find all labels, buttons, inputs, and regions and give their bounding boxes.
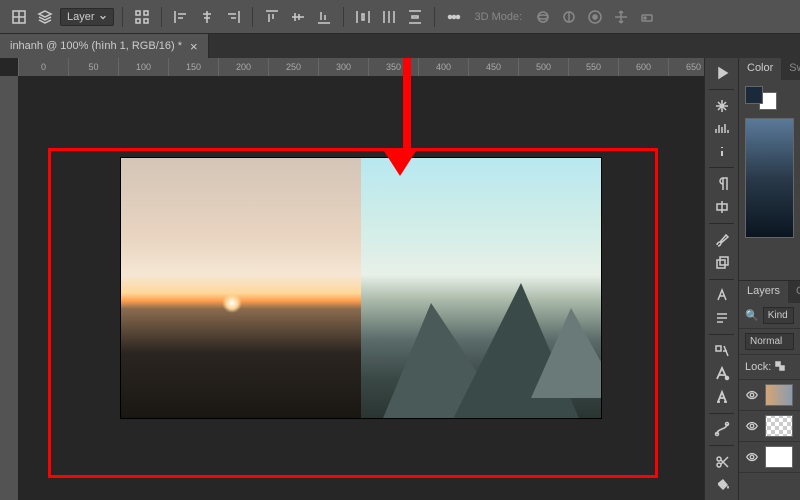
visibility-icon[interactable]: [745, 419, 759, 433]
layer-row[interactable]: [739, 442, 800, 473]
styles-icon[interactable]: [709, 309, 735, 327]
foreground-color-swatch[interactable]: [745, 86, 763, 104]
align-bottom-icon[interactable]: [313, 6, 335, 28]
search-icon[interactable]: 🔍: [745, 309, 759, 322]
close-icon[interactable]: ×: [190, 39, 198, 54]
layer-row[interactable]: [739, 380, 800, 411]
sparkle-icon[interactable]: [709, 97, 735, 115]
paragraph-icon[interactable]: [709, 175, 735, 193]
visibility-icon[interactable]: [745, 450, 759, 464]
glyphs-icon[interactable]: [709, 342, 735, 360]
3d-rotate-icon: [558, 6, 580, 28]
image-layer-right: [361, 158, 601, 418]
type-A-icon[interactable]: [709, 365, 735, 383]
align-center-h-icon[interactable]: [196, 6, 218, 28]
clone-icon[interactable]: [709, 254, 735, 272]
distribute-v-icon[interactable]: [404, 6, 426, 28]
tab-color[interactable]: Color: [739, 58, 781, 80]
tab-layers[interactable]: Layers: [739, 281, 788, 303]
align-top-icon[interactable]: [261, 6, 283, 28]
3d-pan-icon: [584, 6, 606, 28]
align-left-icon[interactable]: [170, 6, 192, 28]
brush-icon[interactable]: [709, 231, 735, 249]
scissors-icon[interactable]: [709, 453, 735, 471]
align-middle-v-icon[interactable]: [287, 6, 309, 28]
3d-orbit-icon: [532, 6, 554, 28]
layer-target-select[interactable]: Layer: [60, 8, 114, 26]
3d-slide-icon: [610, 6, 632, 28]
histogram-icon[interactable]: [709, 120, 735, 138]
vertical-ruler[interactable]: [0, 76, 18, 500]
tab-channels[interactable]: Ch: [788, 281, 800, 303]
layers-panel: Layers Ch 🔍 Kind Normal Lock:: [739, 280, 800, 473]
lock-transparency-icon[interactable]: [775, 359, 787, 375]
layer-thumbnail: [765, 415, 793, 437]
canvas-area: 0501001502002503003504004505005506006507…: [0, 58, 704, 500]
color-panel-tabs: Color Sw: [739, 58, 800, 80]
canvas[interactable]: [18, 76, 704, 500]
filter-kind-select[interactable]: Kind: [763, 307, 794, 324]
options-bar: Layer 3D Mode:: [0, 0, 800, 34]
artboard: [121, 158, 601, 418]
collapsed-panel-dock: [704, 58, 738, 500]
show-transform-icon[interactable]: [131, 6, 153, 28]
align-right-icon[interactable]: [222, 6, 244, 28]
color-panel: [739, 80, 800, 280]
document-tab[interactable]: inhanh @ 100% (hình 1, RGB/16) * ×: [0, 34, 209, 58]
lock-label: Lock:: [745, 361, 771, 373]
visibility-icon[interactable]: [745, 388, 759, 402]
layers-icon[interactable]: [34, 6, 56, 28]
layer-row[interactable]: [739, 411, 800, 442]
right-panel-dock: Color Sw Layers Ch 🔍 Kind Normal Lock: [738, 58, 800, 500]
tab-swatches[interactable]: Sw: [781, 58, 800, 80]
distribute-center-icon[interactable]: [378, 6, 400, 28]
blend-mode-select[interactable]: Normal: [745, 333, 794, 350]
tab-title: inhanh @ 100% (hình 1, RGB/16) *: [10, 40, 182, 52]
bucket-icon[interactable]: [709, 476, 735, 494]
character-icon[interactable]: [709, 286, 735, 304]
path-icon[interactable]: [709, 420, 735, 438]
3d-mode-label: 3D Mode:: [475, 11, 523, 23]
image-layer-left: [121, 158, 361, 418]
transform-icon[interactable]: [8, 6, 30, 28]
align-panel-icon[interactable]: [709, 198, 735, 216]
layer-thumbnail: [765, 446, 793, 468]
play-icon[interactable]: [709, 64, 735, 82]
color-spectrum[interactable]: [745, 118, 794, 238]
type-serif-icon[interactable]: [709, 388, 735, 406]
distribute-h-icon[interactable]: [352, 6, 374, 28]
document-tabs: inhanh @ 100% (hình 1, RGB/16) * ×: [0, 34, 800, 58]
3d-scale-icon: [636, 6, 658, 28]
horizontal-ruler[interactable]: 0501001502002503003504004505005506006507…: [18, 58, 704, 76]
more-options-icon[interactable]: [443, 6, 465, 28]
info-icon[interactable]: [709, 142, 735, 160]
layer-thumbnail: [765, 384, 793, 406]
